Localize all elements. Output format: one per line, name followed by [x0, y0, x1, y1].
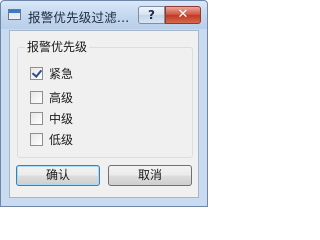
- checkbox-urgent-box[interactable]: [30, 67, 43, 80]
- checkbox-high-label[interactable]: 高级: [49, 90, 73, 106]
- window-title: 报警优先级过滤...: [28, 10, 130, 25]
- checkbox-medium-label[interactable]: 中级: [49, 111, 73, 127]
- title-bar[interactable]: 报警优先级过滤... ? ✕: [1, 1, 207, 29]
- checkbox-urgent-label[interactable]: 紧急: [49, 66, 73, 82]
- checkbox-high-box[interactable]: [30, 91, 43, 104]
- priority-group-label: 报警优先级: [25, 40, 90, 54]
- dialog-window: 报警优先级过滤... ? ✕ 报警优先级 紧急 高级 中级 低级 确认 取消: [0, 0, 208, 207]
- checkbox-low-label[interactable]: 低级: [49, 132, 73, 148]
- priority-groupbox: [17, 47, 193, 158]
- dialog-client-area: 报警优先级 紧急 高级 中级 低级 确认 取消: [9, 30, 199, 198]
- help-button[interactable]: ?: [138, 6, 165, 24]
- window-app-icon: [8, 9, 21, 20]
- checkbox-medium-box[interactable]: [30, 112, 43, 125]
- cancel-button[interactable]: 取消: [108, 165, 192, 186]
- ok-button[interactable]: 确认: [16, 165, 100, 186]
- checkbox-low-box[interactable]: [30, 133, 43, 146]
- close-button[interactable]: ✕: [165, 6, 201, 24]
